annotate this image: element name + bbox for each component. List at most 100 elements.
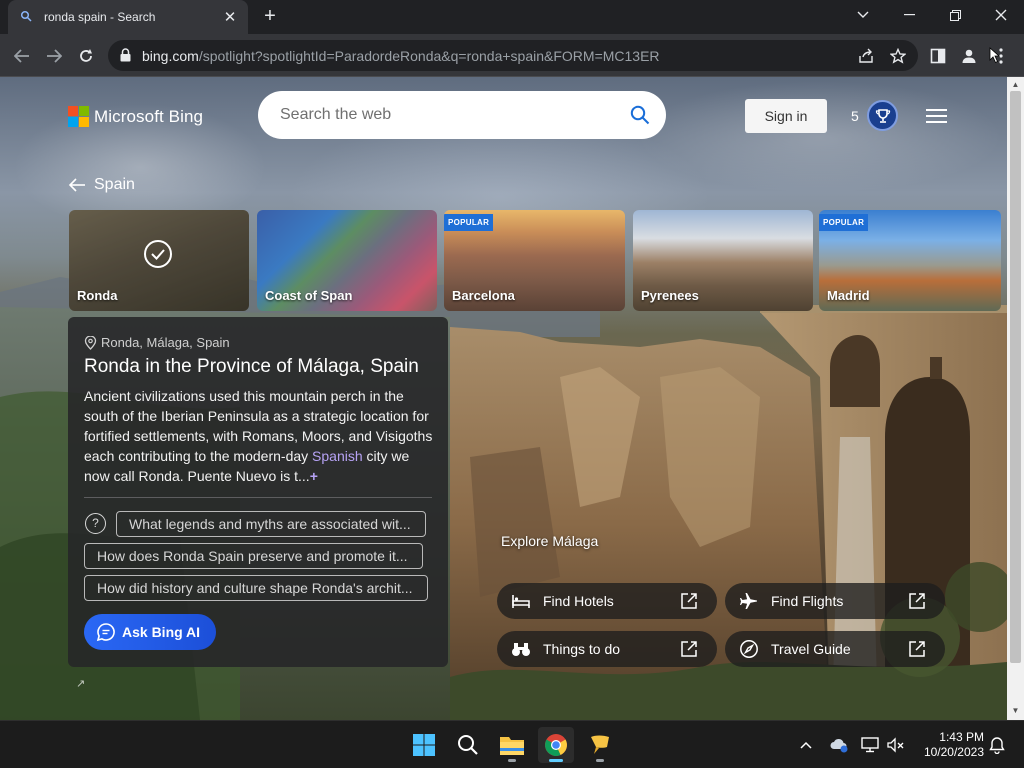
volume-muted-icon[interactable] [886,735,906,755]
tile-label: Madrid [827,288,870,303]
weather-cloud-icon[interactable] [829,735,849,755]
fullscreen-icon[interactable]: ↗ [76,677,85,690]
location-text: Ronda, Málaga, Spain [101,335,230,350]
travel-guide-button[interactable]: Travel Guide [725,631,945,667]
browser-toolbar: bing.com/spotlight?spotlightId=Paradorde… [0,34,1024,77]
tile-barcelona[interactable]: POPULAR Barcelona [444,210,625,311]
tile-madrid[interactable]: POPULAR Madrid [819,210,1001,311]
restore-button[interactable] [932,0,978,30]
search-box[interactable]: Search the web [258,91,666,139]
windows-logo-icon [413,734,435,756]
card-description: Ancient civilizations used this mountain… [84,386,436,486]
scrollbar-thumb[interactable] [1010,91,1021,663]
sticky-notes-button[interactable] [582,727,618,763]
question-chip[interactable]: How did history and culture shape Ronda'… [84,575,428,601]
rewards-count[interactable]: 5 [851,108,859,124]
tab-title: ronda spain - Search [44,10,156,24]
windows-taskbar: 1:43 PM 10/20/2023 [0,720,1024,768]
address-bar[interactable]: bing.com/spotlight?spotlightId=Paradorde… [108,40,918,71]
tile-pyrenees[interactable]: Pyrenees [633,210,813,311]
clock-date: 10/20/2023 [923,745,984,759]
file-explorer-button[interactable] [494,727,530,763]
tile-label: Barcelona [452,288,515,303]
running-indicator [508,759,516,762]
question-chip[interactable]: What legends and myths are associated wi… [116,511,426,537]
ask-bing-ai-button[interactable]: Ask Bing AI [84,614,216,650]
arrow-left-icon [68,178,85,192]
note-icon [591,735,609,754]
search-icon[interactable] [630,105,650,130]
minimize-button[interactable] [886,0,932,30]
action-label: Find Hotels [543,593,614,609]
tile-label: Pyrenees [641,288,699,303]
share-icon[interactable] [856,46,876,66]
restore-icon [949,9,961,21]
action-label: Things to do [543,641,621,657]
sign-in-button[interactable]: Sign in [745,99,827,133]
close-window-button[interactable] [978,0,1024,30]
external-link-icon [681,641,697,657]
tab-search-button[interactable] [840,0,886,30]
menu-kebab-icon[interactable] [987,46,1007,66]
notification-bell-icon[interactable] [987,735,1007,755]
new-tab-button[interactable]: + [258,5,282,29]
breadcrumb-label: Spain [94,176,135,193]
card-title: Ronda in the Province of Málaga, Spain [84,356,419,377]
forward-button[interactable] [41,43,67,69]
tile-ronda[interactable]: Ronda [69,210,249,311]
network-icon[interactable] [860,735,880,755]
back-to-spain-link[interactable]: Spain [68,176,135,194]
vertical-scrollbar[interactable]: ▲ ▼ [1007,77,1024,720]
reload-icon [80,49,92,62]
bing-logo[interactable]: Microsoft Bing [68,106,203,127]
close-tab-icon[interactable]: ✕ [222,8,238,26]
start-button[interactable] [406,727,442,763]
expand-description-button[interactable]: + [310,468,318,484]
brand-name: Microsoft Bing [94,106,204,126]
external-link-icon [681,593,697,609]
spanish-link[interactable]: Spanish [312,448,363,464]
clock-time: 1:43 PM [939,730,984,744]
lock-icon [120,48,131,67]
question-icon: ? [85,513,106,534]
question-chip[interactable]: How does Ronda Spain preserve and promot… [84,543,423,569]
chevron-down-icon [857,11,869,18]
scroll-down-icon[interactable]: ▼ [1011,706,1020,715]
scroll-up-icon[interactable]: ▲ [1011,80,1020,89]
browser-tab[interactable]: ronda spain - Search ✕ [8,0,248,34]
chrome-taskbar-button[interactable] [538,727,574,763]
microsoft-logo-icon [68,106,89,127]
rewards-trophy-icon[interactable] [867,100,898,131]
tab-strip: ronda spain - Search ✕ + [0,0,1024,34]
bed-icon [512,595,530,608]
external-link-icon [909,593,925,609]
side-panel-icon[interactable] [928,46,948,66]
external-link-icon [909,641,925,657]
taskbar-search-button[interactable] [450,727,486,763]
running-indicator [549,759,563,762]
url-text: bing.com/spotlight?spotlightId=Paradorde… [142,48,660,64]
ask-bing-ai-label: Ask Bing AI [122,624,201,640]
tile-coast-of-spain[interactable]: Coast of Span [257,210,437,311]
profile-icon[interactable] [959,46,979,66]
hamburger-menu-icon[interactable] [926,109,947,123]
search-icon [458,735,478,755]
things-to-do-button[interactable]: Things to do [497,631,717,667]
compass-icon [740,640,758,658]
location-line: Ronda, Málaga, Spain [84,335,230,350]
plane-icon [740,593,757,609]
find-flights-button[interactable]: Find Flights [725,583,945,619]
tile-label: Ronda [77,288,118,303]
bookmark-star-icon[interactable] [888,46,908,66]
system-clock[interactable]: 1:43 PM 10/20/2023 [912,730,984,760]
reload-button[interactable] [73,43,99,69]
action-label: Travel Guide [771,641,851,657]
popular-badge: POPULAR [819,214,869,231]
arrow-left-icon [14,49,29,63]
close-icon [995,9,1007,21]
tile-label: Coast of Span [265,288,353,303]
search-input[interactable]: Search the web [280,106,391,124]
chevron-up-icon[interactable] [796,735,816,755]
back-button[interactable] [9,43,35,69]
find-hotels-button[interactable]: Find Hotels [497,583,717,619]
